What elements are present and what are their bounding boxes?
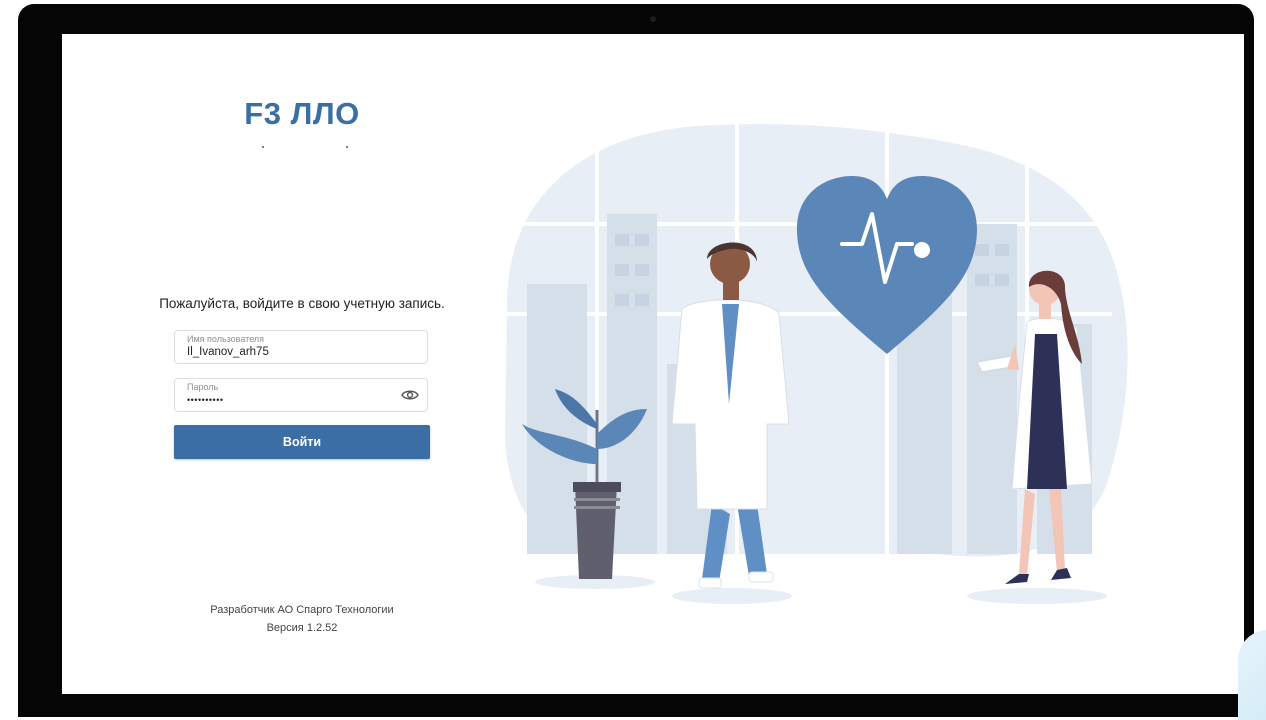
- password-label: Пароль: [187, 382, 219, 392]
- password-value[interactable]: ••••••••••: [187, 395, 224, 405]
- login-screen: F3 ЛЛО Пожалуйста, войдите в свою учетну…: [62, 34, 1244, 694]
- doctors-illustration: [505, 119, 1128, 604]
- eye-icon[interactable]: [401, 388, 419, 402]
- login-button[interactable]: Войти: [174, 425, 430, 459]
- username-label: Имя пользователя: [187, 334, 265, 344]
- decorative-dots: [262, 146, 348, 150]
- webcam: [650, 16, 656, 22]
- username-field[interactable]: Имя пользователя Il_Ivanov_arh75: [174, 330, 428, 364]
- password-field[interactable]: Пароль ••••••••••: [174, 378, 428, 412]
- username-value[interactable]: Il_Ivanov_arh75: [187, 346, 269, 358]
- monitor-bezel: F3 ЛЛО Пожалуйста, войдите в свою учетну…: [18, 4, 1254, 717]
- corner-decoration: [1238, 630, 1266, 720]
